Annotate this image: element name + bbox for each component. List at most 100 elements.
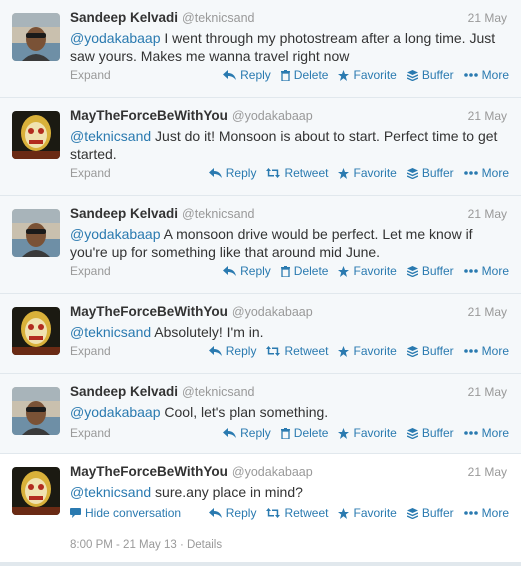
reply-icon [223,266,237,276]
expand-link[interactable]: Expand [70,68,111,82]
more-button[interactable]: More [463,166,509,180]
tweet-time[interactable]: 21 May [468,11,507,25]
favorite-button[interactable]: Favorite [338,506,397,520]
buffer-button[interactable]: Buffer [406,344,454,358]
delete-button[interactable]: Delete [280,426,328,440]
tweet-time[interactable]: 21 May [468,305,507,319]
tweet-fullname[interactable]: Sandeep Kelvadi [70,384,178,399]
more-label: More [481,68,509,82]
avatar-sandeep[interactable] [12,13,60,61]
tweet[interactable]: MayTheForceBeWithYou @yodakabaap 21 May @… [0,294,521,374]
buffer-button[interactable]: Buffer [406,426,454,440]
reply-label: Reply [225,506,257,520]
tweet[interactable]: Sandeep Kelvadi @teknicsand 21 May @yodak… [0,374,521,454]
more-dots-icon [463,431,478,435]
retweet-button[interactable]: Retweet [266,344,328,358]
more-button[interactable]: More [463,506,509,520]
trash-icon [280,69,290,81]
more-dots-icon [463,171,478,175]
hide-conversation-link[interactable]: Hide conversation [70,506,181,520]
more-button[interactable]: More [463,426,509,440]
tweet-username[interactable]: @teknicsand [182,385,254,399]
tweet-username[interactable]: @teknicsand [182,11,254,25]
delete-button[interactable]: Delete [280,264,328,278]
tweet[interactable]: Sandeep Kelvadi @teknicsand 21 May @yodak… [0,0,521,98]
expand-link[interactable]: Expand [70,344,111,358]
more-label: More [481,426,509,440]
tweet-mention[interactable]: @yodakabaap [70,30,161,46]
favorite-label: Favorite [353,506,397,520]
retweet-icon [266,508,281,518]
tweet-text: @yodakabaap A monsoon drive would be per… [70,225,503,261]
reply-button[interactable]: Reply [223,68,271,82]
tweet-fullname[interactable]: MayTheForceBeWithYou [70,108,228,123]
more-label: More [481,506,509,520]
tweet-fullname[interactable]: MayTheForceBeWithYou [70,464,228,479]
buffer-button[interactable]: Buffer [406,166,454,180]
buffer-button[interactable]: Buffer [406,506,454,520]
tweet[interactable]: MayTheForceBeWithYou @yodakabaap 21 May @… [0,98,521,196]
buffer-icon [406,507,418,519]
buffer-button[interactable]: Buffer [406,68,454,82]
favorite-label: Favorite [353,264,397,278]
star-icon [338,507,350,519]
retweet-button[interactable]: Retweet [266,506,328,520]
favorite-label: Favorite [353,426,397,440]
reply-label: Reply [240,426,271,440]
tweet-mention[interactable]: @teknicsand [70,324,151,340]
tweet-expanded[interactable]: MayTheForceBeWithYou @yodakabaap 21 May @… [0,454,521,562]
more-button[interactable]: More [463,68,509,82]
buffer-button[interactable]: Buffer [406,264,454,278]
reply-button[interactable]: Reply [223,426,271,440]
tweet-fullname[interactable]: MayTheForceBeWithYou [70,304,228,319]
tweet-username[interactable]: @yodakabaap [232,465,313,479]
tweet-time[interactable]: 21 May [468,465,507,479]
tweet-details[interactable]: 8:00 PM - 21 May 13 · Details [70,539,222,551]
reply-label: Reply [240,68,271,82]
expand-link[interactable]: Expand [70,426,111,440]
tweet-username[interactable]: @yodakabaap [232,305,313,319]
tweet-time[interactable]: 21 May [468,385,507,399]
tweet-username[interactable]: @yodakabaap [232,109,313,123]
tweet-time[interactable]: 21 May [468,207,507,221]
tweet-mention[interactable]: @teknicsand [70,128,151,144]
delete-button[interactable]: Delete [280,68,328,82]
trash-icon [280,427,290,439]
tweet-fullname[interactable]: Sandeep Kelvadi [70,206,178,221]
favorite-button[interactable]: Favorite [338,166,397,180]
more-button[interactable]: More [463,344,509,358]
reply-button[interactable]: Reply [208,506,257,520]
reply-icon [208,168,222,178]
favorite-button[interactable]: Favorite [338,68,397,82]
tweet-mention[interactable]: @yodakabaap [70,404,161,420]
more-button[interactable]: More [463,264,509,278]
expand-link[interactable]: Expand [70,166,111,180]
tweet-fullname[interactable]: Sandeep Kelvadi [70,10,178,25]
favorite-label: Favorite [353,68,397,82]
favorite-button[interactable]: Favorite [338,344,397,358]
favorite-button[interactable]: Favorite [338,426,397,440]
tweet-mention[interactable]: @teknicsand [70,484,151,500]
more-dots-icon [463,269,478,273]
avatar-sandeep[interactable] [12,209,60,257]
tweet-username[interactable]: @teknicsand [182,207,254,221]
avatar-yoda[interactable] [12,307,60,355]
reply-button[interactable]: Reply [208,344,256,358]
tweet-mention[interactable]: @yodakabaap [70,226,161,242]
avatar-yoda[interactable] [12,111,60,159]
tweet-text: @yodakabaap Cool, let's plan something. [70,403,503,421]
retweet-label: Retweet [284,344,329,358]
retweet-icon [266,168,281,178]
retweet-button[interactable]: Retweet [266,166,328,180]
reply-button[interactable]: Reply [223,264,271,278]
avatar-yoda[interactable] [12,467,60,515]
tweet[interactable]: Sandeep Kelvadi @teknicsand 21 May @yodak… [0,196,521,294]
expand-link[interactable]: Expand [70,264,111,278]
reply-button[interactable]: Reply [208,166,256,180]
more-dots-icon [463,511,478,515]
tweet-time[interactable]: 21 May [468,109,507,123]
tweet-body: sure.any place in mind? [151,484,303,500]
buffer-label: Buffer [421,68,454,82]
avatar-sandeep[interactable] [12,387,60,435]
favorite-button[interactable]: Favorite [338,264,397,278]
